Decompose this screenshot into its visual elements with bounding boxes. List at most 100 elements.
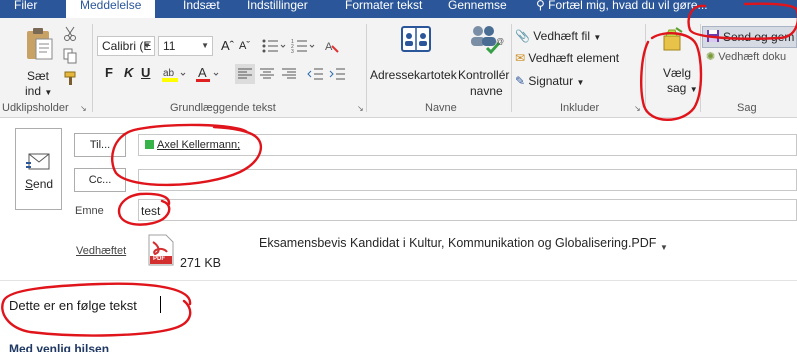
bold-button[interactable]: F: [105, 65, 113, 80]
subject-value: test: [141, 204, 161, 218]
attach-document-button[interactable]: ✺ Vedhæft doku: [706, 50, 786, 63]
choose-case-label-1[interactable]: Vælg: [663, 66, 691, 80]
ribbon: Sæt ind ▼ Udklipsholder ↘ Calibri (E ▼ 1…: [0, 18, 797, 118]
cut-icon[interactable]: [62, 26, 78, 42]
increase-indent-icon[interactable]: [327, 64, 347, 84]
send-and-save-label: Send og gem: [723, 30, 795, 44]
attach-item-label: Vedhæft element: [528, 51, 620, 65]
subject-label: Emne: [75, 205, 104, 217]
underline-button[interactable]: U: [141, 65, 150, 80]
paste-label-2: ind: [25, 84, 42, 98]
send-button[interactable]: Send: [15, 128, 62, 210]
attachment-size: 271 KB: [180, 256, 222, 270]
chevron-down-icon: ▼: [44, 88, 53, 97]
send-envelope-icon: [26, 151, 52, 176]
divider: [0, 280, 797, 281]
names-group-label: Navne: [425, 102, 457, 114]
attachment-filename[interactable]: Eksamensbevis Kandidat i Kultur, Kommuni…: [259, 236, 656, 250]
include-group-label: Inkluder: [560, 102, 600, 114]
attach-item-button[interactable]: ✉ Vedhæft element: [515, 51, 619, 65]
italic-button[interactable]: K: [124, 65, 133, 80]
align-left-icon[interactable]: [235, 64, 255, 84]
envelope-clip-icon: ✉: [515, 51, 526, 65]
cc-label: Cc...: [88, 174, 112, 186]
pdf-badge: PDF: [153, 256, 165, 262]
tab-format-text[interactable]: Formater tekst: [345, 0, 422, 12]
chevron-down-icon: ▼: [143, 41, 151, 50]
lightbulb-icon: ⚲: [536, 0, 545, 12]
address-book-icon[interactable]: [398, 22, 434, 56]
tab-options[interactable]: Indstillinger: [247, 0, 308, 12]
send-label: Send: [25, 177, 54, 191]
group-separator: [366, 24, 367, 112]
font-size-select[interactable]: 11 ▼: [158, 36, 213, 56]
format-painter-icon[interactable]: [62, 70, 80, 86]
include-launcher-icon[interactable]: ↘: [634, 104, 641, 113]
attach-file-label: Vedhæft fil: [533, 29, 590, 43]
chevron-down-icon: ▼: [576, 78, 585, 87]
message-body[interactable]: [0, 282, 797, 352]
signature-button[interactable]: ✎ Signatur ▼: [515, 74, 584, 88]
font-name-select[interactable]: Calibri (E ▼: [97, 36, 155, 56]
decrease-indent-icon[interactable]: [305, 64, 325, 84]
tab-review[interactable]: Gennemse: [448, 0, 507, 12]
bullets-icon[interactable]: [261, 37, 287, 55]
numbering-icon[interactable]: 123: [290, 37, 316, 55]
subject-field[interactable]: [138, 199, 797, 221]
presence-icon: [145, 140, 154, 149]
font-color-icon[interactable]: A: [194, 64, 224, 84]
group-separator: [511, 24, 512, 112]
save-icon: [706, 29, 720, 46]
address-book-button[interactable]: Adressekartotek: [370, 68, 457, 82]
recipient-name: Axel Kellermann;: [157, 139, 241, 151]
svg-text:A: A: [198, 65, 207, 80]
paperclip-icon: 📎: [515, 29, 530, 43]
paste-label-1: Sæt: [27, 69, 50, 83]
attachment-area: [138, 228, 797, 274]
tell-me-label: Fortæl mig, hvad du vil gøre...: [548, 0, 708, 12]
cc-field[interactable]: [138, 169, 797, 191]
to-button[interactable]: Til...: [74, 133, 126, 157]
group-separator: [645, 24, 646, 112]
signature-label: Signatur: [528, 74, 574, 88]
check-names-label-1[interactable]: Kontrollér: [458, 68, 509, 82]
group-separator: [700, 24, 701, 112]
check-names-label-2[interactable]: navne: [470, 84, 503, 98]
attachment-menu-chevron-icon[interactable]: ▼: [660, 243, 668, 252]
tell-me-search[interactable]: ⚲ Fortæl mig, hvad du vil gøre...: [536, 0, 708, 12]
font-size-value: 11: [163, 39, 176, 53]
paste-button[interactable]: ind ▼: [25, 84, 52, 98]
tab-insert[interactable]: Indsæt: [183, 0, 220, 12]
pdf-file-icon[interactable]: PDF: [148, 234, 174, 269]
to-label: Til...: [89, 139, 111, 151]
choose-case-label-2: sag: [667, 81, 687, 95]
ribbon-tab-bar: Filer Meddelelse Indsæt Indstillinger Fo…: [0, 0, 797, 18]
cc-button[interactable]: Cc...: [74, 168, 126, 192]
copy-icon[interactable]: [62, 48, 78, 64]
align-center-icon[interactable]: [257, 64, 277, 84]
signature-text: Med venlig hilsen: [9, 342, 110, 352]
basic-text-launcher-icon[interactable]: ↘: [357, 104, 364, 113]
svg-text:ab: ab: [163, 68, 175, 79]
check-names-icon[interactable]: @: [466, 22, 506, 58]
clipboard-launcher-icon[interactable]: ↘: [80, 104, 87, 113]
clipboard-group-label: Udklipsholder: [2, 102, 69, 114]
recipient-chip[interactable]: Axel Kellermann;: [145, 139, 240, 151]
align-right-icon[interactable]: [279, 64, 299, 84]
choose-case-button[interactable]: sag ▼: [667, 81, 698, 95]
chevron-down-icon: ▼: [593, 33, 602, 42]
paste-icon[interactable]: [22, 24, 58, 64]
attach-doc-icon: ✺: [706, 51, 716, 63]
attach-file-button[interactable]: 📎 Vedhæft fil ▼: [515, 29, 601, 43]
case-group-label: Sag: [737, 102, 757, 114]
highlight-icon[interactable]: ab: [160, 64, 190, 84]
attach-document-label: Vedhæft doku: [718, 51, 787, 63]
clear-formatting-icon[interactable]: A: [324, 37, 340, 55]
text-cursor: [160, 296, 161, 313]
choose-case-icon[interactable]: [662, 26, 684, 54]
send-and-save-button[interactable]: Send og gem: [702, 26, 797, 48]
shrink-font-icon[interactable]: Aˇ: [239, 40, 250, 52]
tab-message[interactable]: Meddelelse: [66, 0, 156, 18]
grow-font-icon[interactable]: Aˆ: [221, 38, 234, 53]
tab-file[interactable]: Filer: [14, 0, 37, 12]
